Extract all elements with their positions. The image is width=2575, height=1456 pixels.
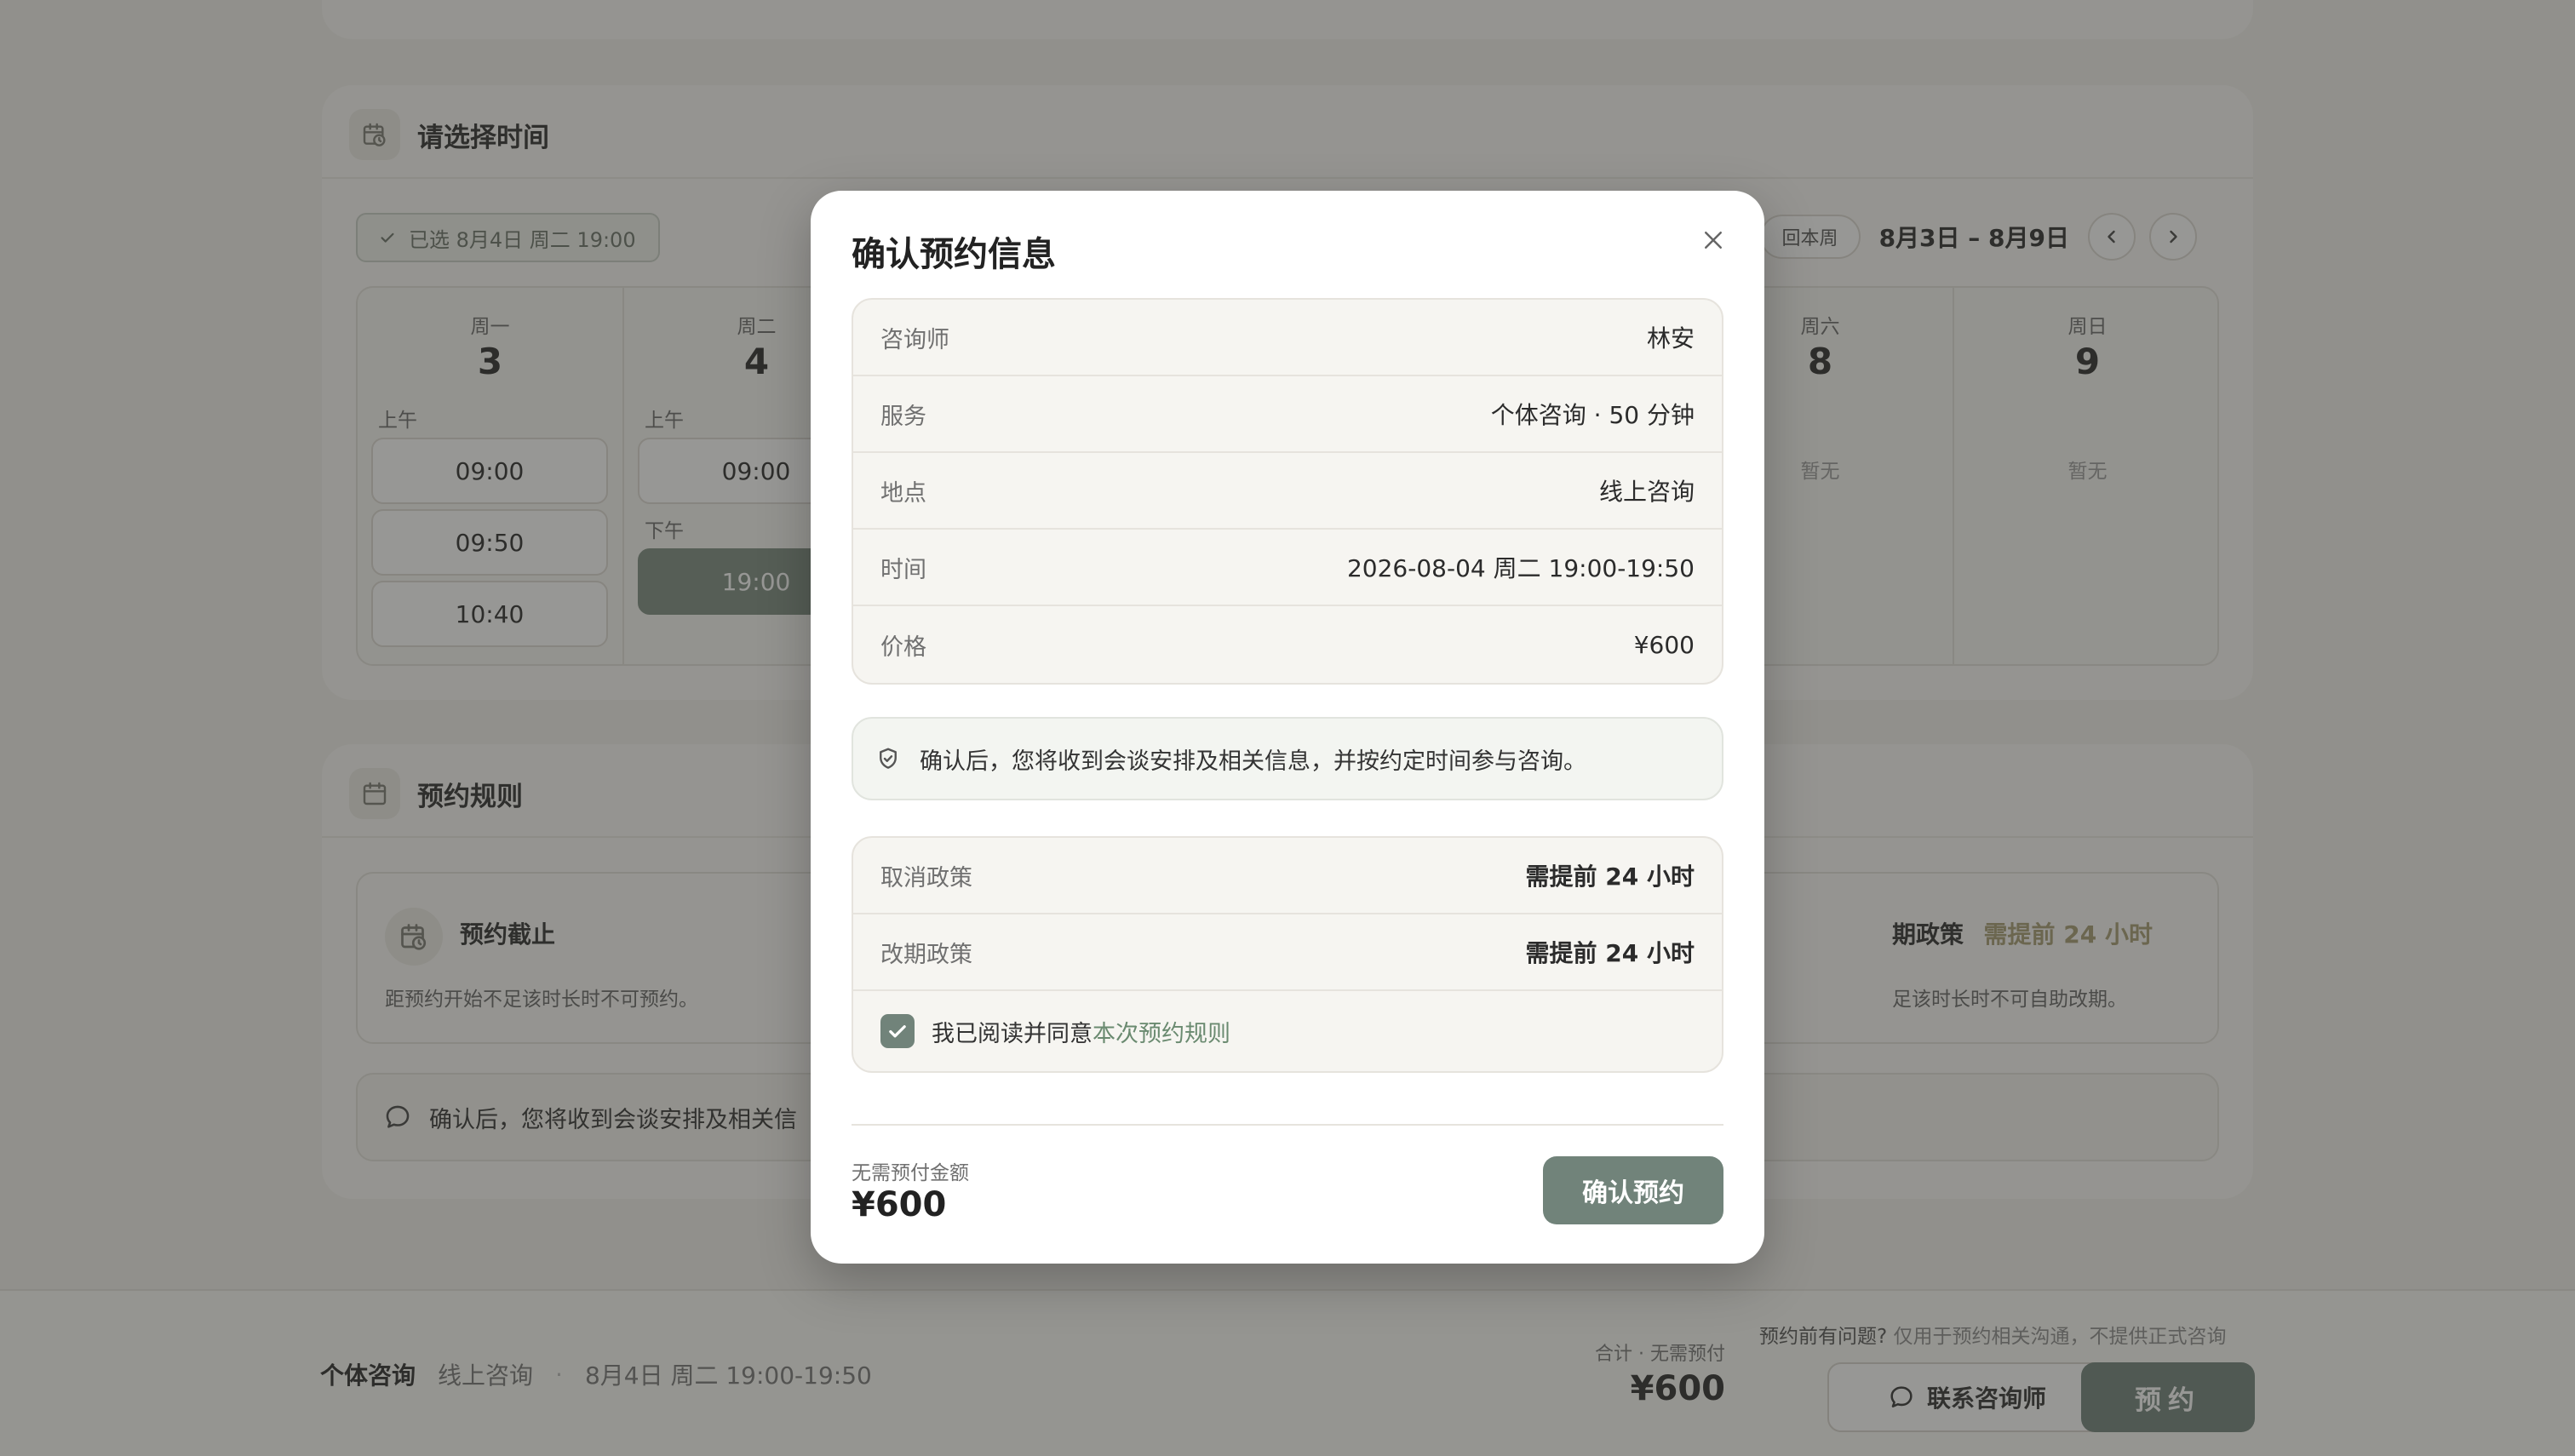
agree-rules-row: 我已阅读并同意本次预约规则 [853, 991, 1722, 1071]
detail-label: 时间 [880, 556, 926, 583]
confirm-booking-button[interactable]: 确认预约 [1543, 1156, 1723, 1224]
agree-text: 我已阅读并同意本次预约规则 [932, 1015, 1230, 1048]
detail-value: 2026-08-04 周二 19:00-19:50 [1346, 554, 1695, 582]
policy-value: 需提前 24 小时 [1525, 939, 1695, 967]
detail-value: 林安 [1646, 324, 1695, 353]
detail-label: 地点 [880, 479, 926, 507]
agree-checkbox[interactable] [880, 1014, 915, 1048]
detail-value: 个体咨询 · 50 分钟 [1490, 401, 1695, 429]
detail-value: 线上咨询 [1598, 478, 1695, 506]
policy-card: 取消政策 需提前 24 小时 改期政策 需提前 24 小时 我已阅读并同意本次预… [852, 836, 1723, 1073]
confirm-booking-modal: 确认预约信息 咨询师 林安 服务 个体咨询 · 50 分钟 地点 线上咨询 时间… [811, 191, 1764, 1264]
policy-value: 需提前 24 小时 [1525, 863, 1695, 891]
detail-row-price: 价格 ¥600 [853, 606, 1722, 683]
detail-row-time: 时间 2026-08-04 周二 19:00-19:50 [853, 530, 1722, 606]
booking-rules-link[interactable]: 本次预约规则 [1093, 1021, 1230, 1047]
close-icon [1705, 232, 1722, 249]
policy-row-cancel: 取消政策 需提前 24 小时 [853, 838, 1722, 914]
detail-value: ¥600 [1633, 630, 1695, 659]
modal-title: 确认预约信息 [852, 235, 1056, 274]
detail-row-service: 服务 个体咨询 · 50 分钟 [853, 376, 1722, 453]
shield-check-icon [880, 748, 897, 769]
policy-label: 改期政策 [880, 941, 972, 968]
detail-label: 价格 [880, 633, 926, 661]
policy-label: 取消政策 [880, 864, 972, 891]
booking-details-card: 咨询师 林安 服务 个体咨询 · 50 分钟 地点 线上咨询 时间 2026-0… [852, 298, 1723, 685]
agree-label: 我已阅读并同意 [932, 1020, 1093, 1047]
policy-row-reschedule: 改期政策 需提前 24 小时 [853, 914, 1722, 991]
prepay-label: 无需预付金额 [852, 1162, 969, 1184]
detail-row-location: 地点 线上咨询 [853, 453, 1722, 530]
prepay-amount: ¥600 [852, 1185, 947, 1224]
close-button[interactable] [1691, 218, 1735, 262]
detail-row-counselor: 咨询师 林安 [853, 300, 1722, 376]
modal-divider [852, 1124, 1723, 1126]
checkbox-check-icon [889, 1025, 906, 1038]
notice-text: 确认后，您将收到会谈安排及相关信息，并按约定时间参与咨询。 [920, 748, 1586, 775]
confirmation-notice: 确认后，您将收到会谈安排及相关信息，并按约定时间参与咨询。 [852, 717, 1723, 800]
detail-label: 咨询师 [880, 326, 949, 353]
detail-label: 服务 [880, 403, 926, 430]
